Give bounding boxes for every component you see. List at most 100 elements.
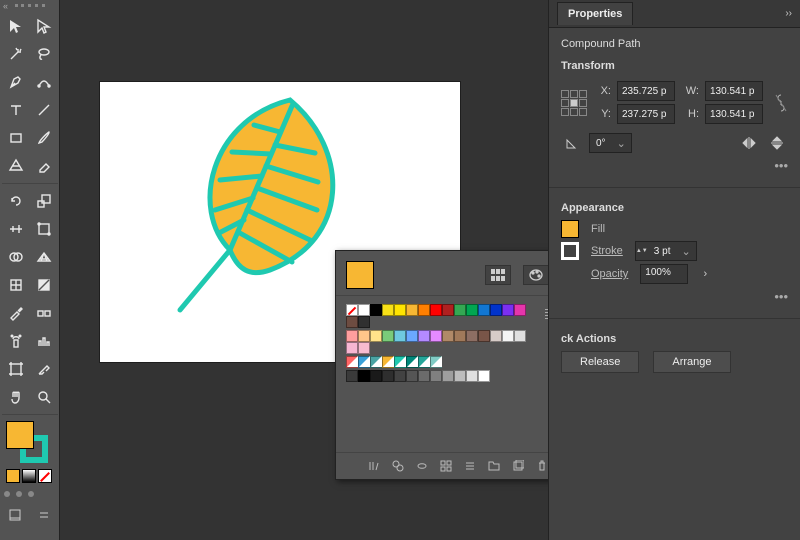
swatch[interactable]: [406, 330, 418, 342]
swatch[interactable]: [418, 370, 430, 382]
swatch[interactable]: [406, 370, 418, 382]
eraser-tool[interactable]: [31, 153, 57, 179]
swatch[interactable]: [418, 304, 430, 316]
delete-swatch-icon[interactable]: [535, 459, 549, 473]
arrange-button[interactable]: Arrange: [653, 351, 730, 373]
swatch[interactable]: [418, 330, 430, 342]
swatch-pattern[interactable]: [430, 356, 442, 368]
swatch[interactable]: [478, 304, 490, 316]
line-segment-tool[interactable]: [31, 97, 57, 123]
slice-tool[interactable]: [31, 356, 57, 382]
overflow-icon[interactable]: [36, 503, 54, 527]
curvature-tool[interactable]: [31, 69, 57, 95]
swatch[interactable]: [346, 316, 358, 328]
new-color-group-icon[interactable]: [439, 459, 453, 473]
opacity-input[interactable]: 100%: [640, 264, 688, 284]
y-input[interactable]: [617, 104, 675, 124]
pen-tool[interactable]: [3, 69, 29, 95]
swatch[interactable]: [466, 304, 478, 316]
swatch[interactable]: [370, 370, 382, 382]
swatch[interactable]: [406, 304, 418, 316]
eyedropper-tool[interactable]: [3, 300, 29, 326]
fill-color-swatch[interactable]: [561, 220, 579, 238]
opacity-dropdown-icon[interactable]: ›: [694, 264, 716, 284]
swatch[interactable]: [442, 304, 454, 316]
show-swatch-kinds-icon[interactable]: [391, 459, 405, 473]
swatch[interactable]: [466, 370, 478, 382]
swatch[interactable]: [394, 370, 406, 382]
swatch[interactable]: [370, 304, 382, 316]
height-input[interactable]: [705, 104, 763, 124]
stroke-color-swatch[interactable]: [561, 242, 579, 260]
rotate-input[interactable]: 0°⌄: [589, 133, 632, 153]
swatch-options-icon[interactable]: [415, 459, 429, 473]
reference-point-selector[interactable]: [561, 90, 587, 116]
swatch-libraries-icon[interactable]: [367, 459, 381, 473]
flip-vertical-icon[interactable]: [766, 133, 788, 153]
swatch-pattern[interactable]: [382, 356, 394, 368]
swatch-pattern[interactable]: [346, 356, 358, 368]
selection-tool[interactable]: [3, 13, 29, 39]
swatch[interactable]: [370, 330, 382, 342]
swatch-pattern[interactable]: [394, 356, 406, 368]
swatch[interactable]: [358, 316, 370, 328]
swatch[interactable]: [346, 304, 358, 316]
zoom-tool[interactable]: [31, 384, 57, 410]
swatch[interactable]: [514, 304, 526, 316]
swatch[interactable]: [358, 304, 370, 316]
x-input[interactable]: [617, 81, 675, 101]
swatch[interactable]: [502, 330, 514, 342]
more-options-icon[interactable]: •••: [561, 287, 788, 308]
new-swatch-icon[interactable]: [511, 459, 525, 473]
color-mode-icon[interactable]: [6, 469, 20, 483]
stroke-weight-input[interactable]: ▲▼3 pt⌄: [635, 241, 697, 261]
hand-tool[interactable]: [3, 384, 29, 410]
swatch[interactable]: [382, 370, 394, 382]
paintbrush-tool[interactable]: [31, 125, 57, 151]
shape-builder-tool[interactable]: [3, 244, 29, 270]
swatch-pattern[interactable]: [370, 356, 382, 368]
perspective-grid-tool[interactable]: [31, 244, 57, 270]
swatch[interactable]: [394, 304, 406, 316]
color-mixer-icon[interactable]: [523, 265, 549, 285]
swatch[interactable]: [490, 330, 502, 342]
swatch-pattern[interactable]: [418, 356, 430, 368]
direct-selection-tool[interactable]: [31, 13, 57, 39]
properties-tab[interactable]: Properties: [557, 2, 633, 25]
flip-horizontal-icon[interactable]: [738, 133, 760, 153]
gradient-mode-icon[interactable]: [22, 469, 36, 483]
swatch[interactable]: [382, 304, 394, 316]
swatch[interactable]: [502, 304, 514, 316]
swatch[interactable]: [430, 304, 442, 316]
swatch[interactable]: [514, 330, 526, 342]
type-tool[interactable]: [3, 97, 29, 123]
swatch[interactable]: [382, 330, 394, 342]
swatch[interactable]: [346, 330, 358, 342]
more-options-icon[interactable]: •••: [561, 156, 788, 177]
edit-toolbar-icon[interactable]: [6, 503, 24, 527]
swatch[interactable]: [430, 370, 442, 382]
artboard-tool[interactable]: [3, 356, 29, 382]
folder-icon[interactable]: [487, 459, 501, 473]
panel-grip[interactable]: [15, 4, 45, 8]
swatch-pattern[interactable]: [406, 356, 418, 368]
swatch[interactable]: [478, 330, 490, 342]
swatch[interactable]: [430, 330, 442, 342]
swatch-list-icon[interactable]: [463, 459, 477, 473]
constrain-proportions-icon[interactable]: [773, 93, 788, 113]
fill-stroke-indicator[interactable]: [6, 421, 48, 463]
swatch[interactable]: [358, 342, 370, 354]
swatch[interactable]: [442, 370, 454, 382]
swatch[interactable]: [454, 330, 466, 342]
width-tool[interactable]: [3, 216, 29, 242]
fill-swatch[interactable]: [6, 421, 34, 449]
swatch-grid-view-icon[interactable]: [485, 265, 511, 285]
collapse-toolbar-icon[interactable]: «: [0, 0, 11, 12]
swatch[interactable]: [490, 304, 502, 316]
gradient-tool[interactable]: [31, 272, 57, 298]
magic-wand-tool[interactable]: [3, 41, 29, 67]
swatch[interactable]: [442, 330, 454, 342]
column-graph-tool[interactable]: [31, 328, 57, 354]
none-mode-icon[interactable]: [38, 469, 52, 483]
swatch[interactable]: [478, 370, 490, 382]
